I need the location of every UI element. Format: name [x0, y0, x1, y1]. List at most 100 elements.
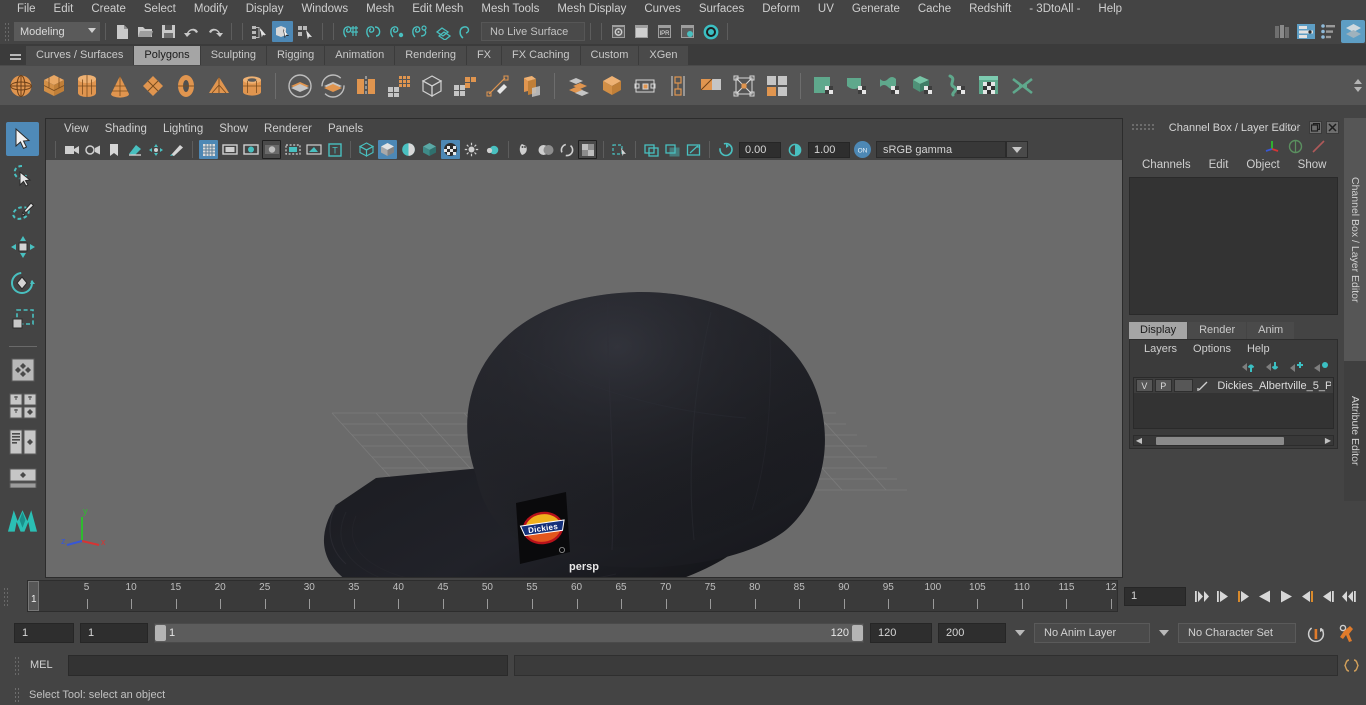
boolean-union-icon[interactable]	[283, 69, 316, 103]
poly-pipe-icon[interactable]	[235, 69, 268, 103]
layer-name[interactable]: Dickies_Albertville_5_P	[1213, 380, 1331, 392]
uv-cut-sew-icon[interactable]	[1006, 69, 1039, 103]
textured-icon[interactable]	[441, 140, 460, 159]
shelf-menu-icon[interactable]	[4, 44, 26, 65]
lasso-select-tool[interactable]	[6, 158, 39, 192]
close-icon[interactable]	[1326, 121, 1339, 134]
uv-editor-icon[interactable]	[808, 69, 841, 103]
range-start-field[interactable]: 1	[80, 623, 148, 643]
persp-graph-editor-layout[interactable]	[6, 461, 39, 495]
view-axis-icon[interactable]: T	[325, 140, 344, 159]
dim-toggle-icon[interactable]	[1288, 139, 1303, 154]
3d-viewport[interactable]: Dickies y x z persp	[46, 160, 1122, 577]
mirror-geometry-icon[interactable]	[415, 69, 448, 103]
multisample-icon[interactable]	[578, 140, 597, 159]
play-backwards-icon[interactable]	[1255, 587, 1274, 606]
poly-plane-icon[interactable]	[136, 69, 169, 103]
restore-icon[interactable]	[1309, 121, 1322, 134]
planar-map-icon[interactable]	[841, 69, 874, 103]
color-profile-dropdown[interactable]	[1006, 141, 1028, 158]
xray-active-components-icon[interactable]	[684, 140, 703, 159]
film-origin-icon[interactable]	[283, 140, 302, 159]
command-language-label[interactable]: MEL	[24, 659, 68, 671]
poly-cylinder-icon[interactable]	[70, 69, 103, 103]
layer-tab-anim[interactable]: Anim	[1247, 322, 1295, 339]
camera-names-icon[interactable]	[304, 140, 323, 159]
film-gate-icon[interactable]	[220, 140, 239, 159]
menu-set-dropdown[interactable]: Modeling	[14, 22, 100, 41]
anim-layer-dropdown-arrow[interactable]	[1012, 623, 1028, 643]
target-weld-icon[interactable]	[628, 69, 661, 103]
wireframe-icon[interactable]	[357, 140, 376, 159]
toolbar-drag-grip[interactable]	[4, 22, 11, 41]
scrollbar-thumb[interactable]	[1156, 436, 1284, 445]
menu-item-select[interactable]: Select	[135, 0, 185, 19]
multi-cut-icon[interactable]	[481, 69, 514, 103]
panel-drag-grip-2[interactable]	[1280, 123, 1300, 132]
exposure-icon[interactable]	[716, 140, 735, 159]
select-by-component-icon[interactable]	[295, 21, 316, 42]
shelf-scroll-arrows[interactable]	[1350, 66, 1366, 106]
undo-icon[interactable]	[181, 21, 202, 42]
paint-select-tool[interactable]	[6, 194, 39, 228]
grease-pencil-icon[interactable]	[167, 140, 186, 159]
shelf-tab-fx-caching[interactable]: FX Caching	[502, 46, 581, 65]
menu-item-mesh-display[interactable]: Mesh Display	[548, 0, 635, 19]
menu-item-surfaces[interactable]: Surfaces	[690, 0, 753, 19]
shelf-tab-animation[interactable]: Animation	[325, 46, 396, 65]
shelf-tab-rigging[interactable]: Rigging	[266, 46, 326, 65]
save-scene-icon[interactable]	[158, 21, 179, 42]
play-forwards-icon[interactable]	[1276, 587, 1295, 606]
channel-box-icon[interactable]	[1318, 21, 1339, 42]
outliner-panel-icon[interactable]	[1272, 21, 1293, 42]
layer-tab-render[interactable]: Render	[1188, 322, 1247, 339]
poly-sphere-icon[interactable]	[4, 69, 37, 103]
time-ruler[interactable]: 1 5 10 15 20 25 30 35 40 45 50 55 60 65 70 75 80 85 90 95 1…	[27, 580, 1118, 612]
poly-cube-icon[interactable]	[37, 69, 70, 103]
use-all-lights-icon[interactable]	[483, 140, 502, 159]
range-slider-right-handle[interactable]	[852, 625, 863, 641]
isolate-select-icon[interactable]	[610, 140, 629, 159]
smooth-icon[interactable]	[382, 69, 415, 103]
xray-icon[interactable]	[642, 140, 661, 159]
menu-item-3dtoall[interactable]: - 3DtoAll -	[1020, 0, 1089, 19]
range-end-field[interactable]: 120	[870, 623, 932, 643]
gate-mask-icon[interactable]	[262, 140, 281, 159]
shelf-scroll-up-icon[interactable]	[1354, 79, 1362, 84]
auto-keyframe-icon[interactable]	[1306, 624, 1326, 643]
resolution-gate-icon[interactable]	[241, 140, 260, 159]
channel-menu-show[interactable]: Show	[1289, 159, 1336, 171]
step-forward-frame-icon[interactable]	[1297, 587, 1316, 606]
xray-joints-icon[interactable]	[663, 140, 682, 159]
render-current-frame-icon[interactable]	[608, 21, 629, 42]
animation-end-field[interactable]: 200	[938, 623, 1006, 643]
shadows-icon[interactable]	[515, 140, 534, 159]
snap-to-point-icon[interactable]	[386, 21, 407, 42]
hypershade-icon[interactable]	[700, 21, 721, 42]
menu-item-curves[interactable]: Curves	[635, 0, 689, 19]
layer-list-horizontal-scrollbar[interactable]: ◀ ▶	[1133, 435, 1334, 446]
grid-toggle-icon[interactable]	[199, 140, 218, 159]
shelf-tab-custom[interactable]: Custom	[580, 46, 640, 65]
four-view-layout[interactable]	[6, 425, 39, 459]
use-default-lighting-icon[interactable]	[462, 140, 481, 159]
viewport-menu-renderer[interactable]: Renderer	[256, 119, 320, 139]
animation-start-field[interactable]: 1	[14, 623, 74, 643]
automatic-map-icon[interactable]	[907, 69, 940, 103]
go-to-start-icon[interactable]	[1192, 587, 1211, 606]
unfold-icon[interactable]	[940, 69, 973, 103]
script-editor-icon[interactable]	[1342, 655, 1360, 676]
scroll-right-icon[interactable]: ▶	[1323, 436, 1333, 445]
current-frame-field[interactable]: 1	[1124, 586, 1186, 606]
make-live-icon[interactable]	[455, 21, 476, 42]
shelf-tab-fx[interactable]: FX	[466, 46, 503, 65]
viewport-menu-shading[interactable]: Shading	[97, 119, 155, 139]
move-layer-down-icon[interactable]	[1266, 361, 1281, 373]
rotate-tool[interactable]	[6, 266, 39, 300]
bevel-icon[interactable]	[562, 69, 595, 103]
menu-item-deform[interactable]: Deform	[753, 0, 809, 19]
shelf-tab-polygons[interactable]: Polygons	[134, 46, 201, 65]
animation-preferences-icon[interactable]	[1338, 624, 1358, 643]
layer-menu-options[interactable]: Options	[1185, 343, 1239, 355]
layer-row[interactable]: V P Dickies_Albertville_5_P	[1134, 378, 1333, 393]
